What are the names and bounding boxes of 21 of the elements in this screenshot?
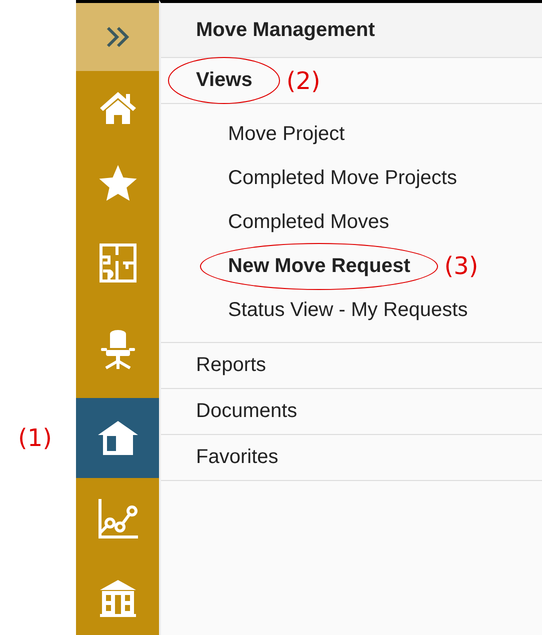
annotation-label: (1) — [18, 424, 52, 452]
menu-item[interactable]: Completed Moves — [228, 210, 390, 232]
line-chart-icon — [96, 497, 140, 539]
menu-item[interactable]: Move Project — [228, 122, 345, 144]
annotation-label: (2) — [286, 66, 320, 94]
menu-item[interactable]: New Move Request — [228, 254, 410, 276]
menu-title: Move Management — [196, 18, 375, 42]
box-house-icon — [96, 419, 140, 457]
menu-section[interactable]: Views — [196, 69, 252, 91]
menu-section[interactable]: Documents — [196, 400, 298, 422]
expand-button[interactable] — [76, 3, 159, 71]
menu-item[interactable]: Status View - My Requests — [228, 298, 468, 320]
annotation-label: (3) — [444, 252, 478, 280]
building-icon — [98, 578, 138, 618]
home-icon — [98, 89, 138, 125]
menu-item[interactable]: Completed Move Projects — [228, 166, 457, 188]
double-chevron-icon — [104, 26, 130, 48]
star-icon — [98, 163, 138, 203]
floor-plan-icon — [98, 243, 136, 283]
menu-section[interactable]: Reports — [196, 354, 266, 376]
menu-section[interactable]: Favorites — [196, 446, 278, 468]
